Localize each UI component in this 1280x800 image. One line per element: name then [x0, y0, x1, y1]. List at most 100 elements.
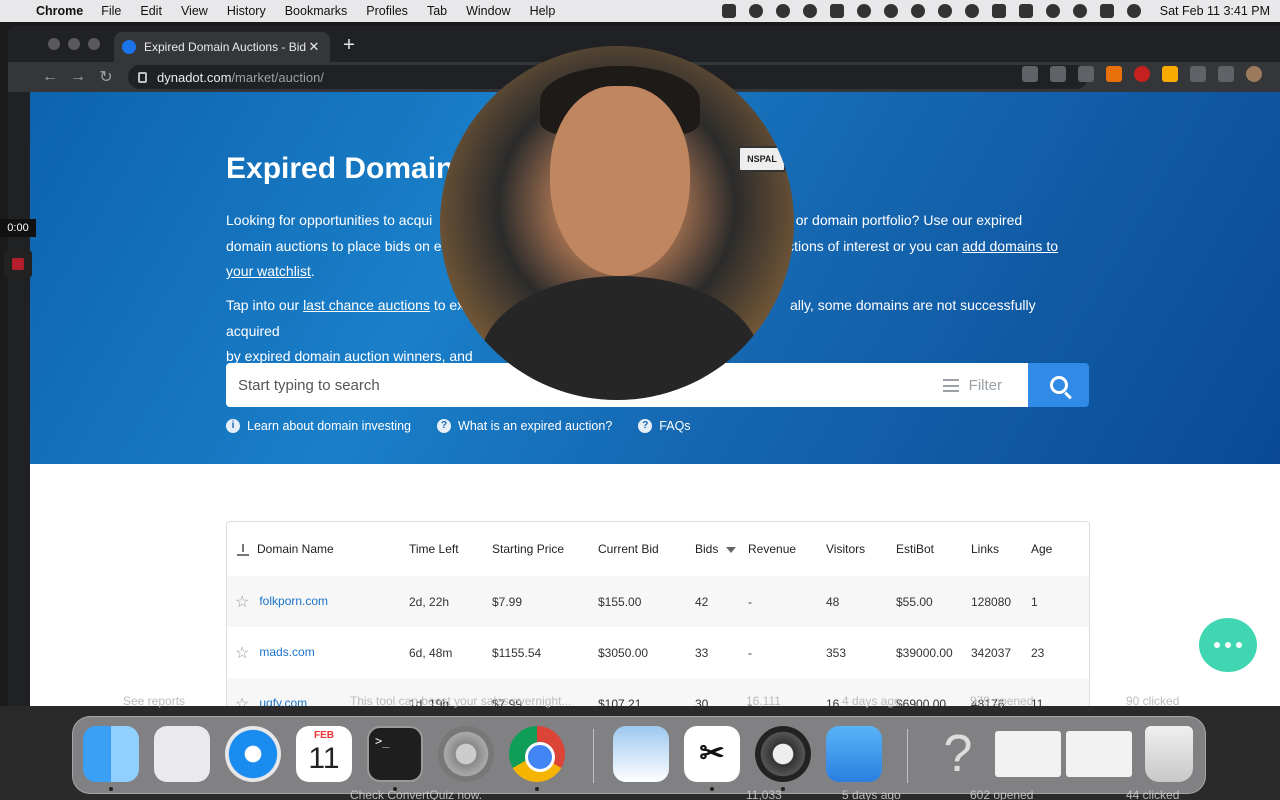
- menu-tab[interactable]: Tab: [427, 4, 447, 18]
- reload-button[interactable]: ↻: [92, 67, 120, 87]
- menu-profiles[interactable]: Profiles: [366, 4, 408, 18]
- search-button[interactable]: [1028, 363, 1089, 407]
- shield-icon[interactable]: [748, 4, 763, 18]
- star-icon[interactable]: ☆: [235, 696, 249, 707]
- stop-icon: [12, 258, 24, 270]
- profile-avatar[interactable]: [1246, 66, 1262, 82]
- extensions-puzzle-icon[interactable]: [1190, 66, 1206, 82]
- close-tab-icon[interactable]: ✕: [306, 39, 322, 55]
- menu-window[interactable]: Window: [466, 4, 510, 18]
- screen-record-icon[interactable]: [964, 4, 979, 18]
- sidebar-icon[interactable]: [1218, 66, 1234, 82]
- adblock-extension-icon[interactable]: [1134, 66, 1150, 82]
- col-links[interactable]: Links: [971, 542, 999, 556]
- minimized-window-thumbnail[interactable]: [1066, 731, 1132, 777]
- spotlight-icon[interactable]: [1072, 4, 1087, 18]
- menu-history[interactable]: History: [227, 4, 266, 18]
- zoom-window-button[interactable]: [88, 38, 100, 50]
- control-center-icon[interactable]: [1099, 4, 1114, 18]
- recording-timer: 0:00: [0, 219, 36, 237]
- webcam-overlay[interactable]: NSPAL: [440, 46, 794, 400]
- domain-link[interactable]: folkporn.com: [259, 594, 328, 608]
- bookmark-star-icon[interactable]: [1050, 66, 1066, 82]
- domain-link[interactable]: uqfy.com: [259, 696, 307, 706]
- terminal-icon[interactable]: >_: [367, 726, 423, 782]
- safari-icon[interactable]: [225, 726, 281, 782]
- download-icon[interactable]: [237, 543, 249, 556]
- chat-dot-icon: [1225, 642, 1231, 648]
- record-icon[interactable]: [775, 4, 790, 18]
- table-row[interactable]: ☆ mads.com 6d, 48m $1155.54 $3050.00 33 -…: [227, 627, 1089, 678]
- tab-dynadot[interactable]: Expired Domain Auctions - Bid ✕: [114, 32, 330, 62]
- stop-recording-button[interactable]: [4, 250, 32, 278]
- bg-email-clicked: 90 clicked: [1126, 694, 1180, 708]
- flame-icon[interactable]: [802, 4, 817, 18]
- faqs-link[interactable]: ? FAQs: [638, 419, 691, 433]
- what-is-expired-auction-link[interactable]: ? What is an expired auction?: [437, 419, 612, 433]
- orange-extension-icon[interactable]: [1106, 66, 1122, 82]
- preview-icon[interactable]: [613, 726, 669, 782]
- col-domain-name[interactable]: Domain Name: [237, 542, 334, 556]
- moon-icon[interactable]: [910, 4, 925, 18]
- siri-icon[interactable]: [1126, 4, 1141, 18]
- new-tab-button[interactable]: +: [338, 34, 360, 57]
- yellow-extension-icon[interactable]: [1162, 66, 1178, 82]
- forward-button[interactable]: →: [64, 68, 92, 86]
- battery-icon[interactable]: [1018, 4, 1033, 18]
- vpn-icon[interactable]: [829, 4, 844, 18]
- col-estibot[interactable]: EstiBot: [896, 542, 934, 556]
- col-current-bid[interactable]: Current Bid: [598, 542, 659, 556]
- bluetooth-icon[interactable]: [991, 4, 1006, 18]
- col-bids[interactable]: Bids: [695, 542, 737, 556]
- finder-icon[interactable]: [83, 726, 139, 782]
- clock-icon[interactable]: [856, 4, 871, 18]
- back-button[interactable]: ←: [36, 68, 64, 86]
- col-visitors[interactable]: Visitors: [826, 542, 865, 556]
- filter-button[interactable]: Filter: [942, 377, 1002, 394]
- close-window-button[interactable]: [48, 38, 60, 50]
- status-app-icon[interactable]: [721, 4, 736, 18]
- camera-extension-icon[interactable]: [1078, 66, 1094, 82]
- menu-edit[interactable]: Edit: [140, 4, 162, 18]
- lock-icon[interactable]: [138, 71, 147, 83]
- wifi-icon[interactable]: [1045, 4, 1060, 18]
- revenue-cell: -: [748, 645, 752, 660]
- minimize-window-button[interactable]: [68, 38, 80, 50]
- help-links: i Learn about domain investing ? What is…: [226, 419, 691, 433]
- col-age[interactable]: Age: [1031, 542, 1052, 556]
- help-icon[interactable]: ?: [930, 726, 986, 782]
- col-starting-price[interactable]: Starting Price: [492, 542, 564, 556]
- share-icon[interactable]: [1022, 66, 1038, 82]
- table-row[interactable]: ☆ folkporn.com 2d, 22h $7.99 $155.00 42 -…: [227, 576, 1089, 627]
- col-revenue[interactable]: Revenue: [748, 542, 796, 556]
- age-cell: 1: [1031, 594, 1038, 609]
- visitors-cell: 16: [826, 696, 840, 707]
- calendar-icon[interactable]: FEB 11: [296, 726, 352, 782]
- domain-link[interactable]: mads.com: [259, 645, 314, 659]
- menubar-clock[interactable]: Sat Feb 11 3:41 PM: [1160, 4, 1270, 18]
- chrome-icon[interactable]: [509, 726, 565, 782]
- menu-app-name[interactable]: Chrome: [36, 4, 83, 18]
- star-icon[interactable]: ☆: [235, 645, 249, 662]
- play-icon[interactable]: [937, 4, 952, 18]
- time-left-cell: 2d, 22h: [409, 594, 450, 609]
- dock-separator: [907, 729, 908, 783]
- brightness-icon[interactable]: [883, 4, 898, 18]
- star-icon[interactable]: ☆: [235, 594, 249, 611]
- menu-file[interactable]: File: [101, 4, 121, 18]
- system-settings-icon[interactable]: [438, 726, 494, 782]
- minimized-window-thumbnail[interactable]: [995, 731, 1061, 777]
- col-time-left[interactable]: Time Left: [409, 542, 459, 556]
- learn-domain-investing-link[interactable]: i Learn about domain investing: [226, 419, 411, 433]
- mail-icon[interactable]: [826, 726, 882, 782]
- menu-help[interactable]: Help: [530, 4, 556, 18]
- menu-bookmarks[interactable]: Bookmarks: [285, 4, 348, 18]
- trash-icon[interactable]: [1145, 726, 1193, 782]
- launchpad-icon[interactable]: [154, 726, 210, 782]
- last-chance-auctions-link[interactable]: last chance auctions: [303, 297, 430, 313]
- capcut-icon[interactable]: ✂: [684, 726, 740, 782]
- chat-widget-button[interactable]: [1199, 618, 1257, 672]
- auction-table: Domain Name Time Left Starting Price Cur…: [226, 521, 1090, 706]
- menu-view[interactable]: View: [181, 4, 208, 18]
- quicktime-icon[interactable]: [755, 726, 811, 782]
